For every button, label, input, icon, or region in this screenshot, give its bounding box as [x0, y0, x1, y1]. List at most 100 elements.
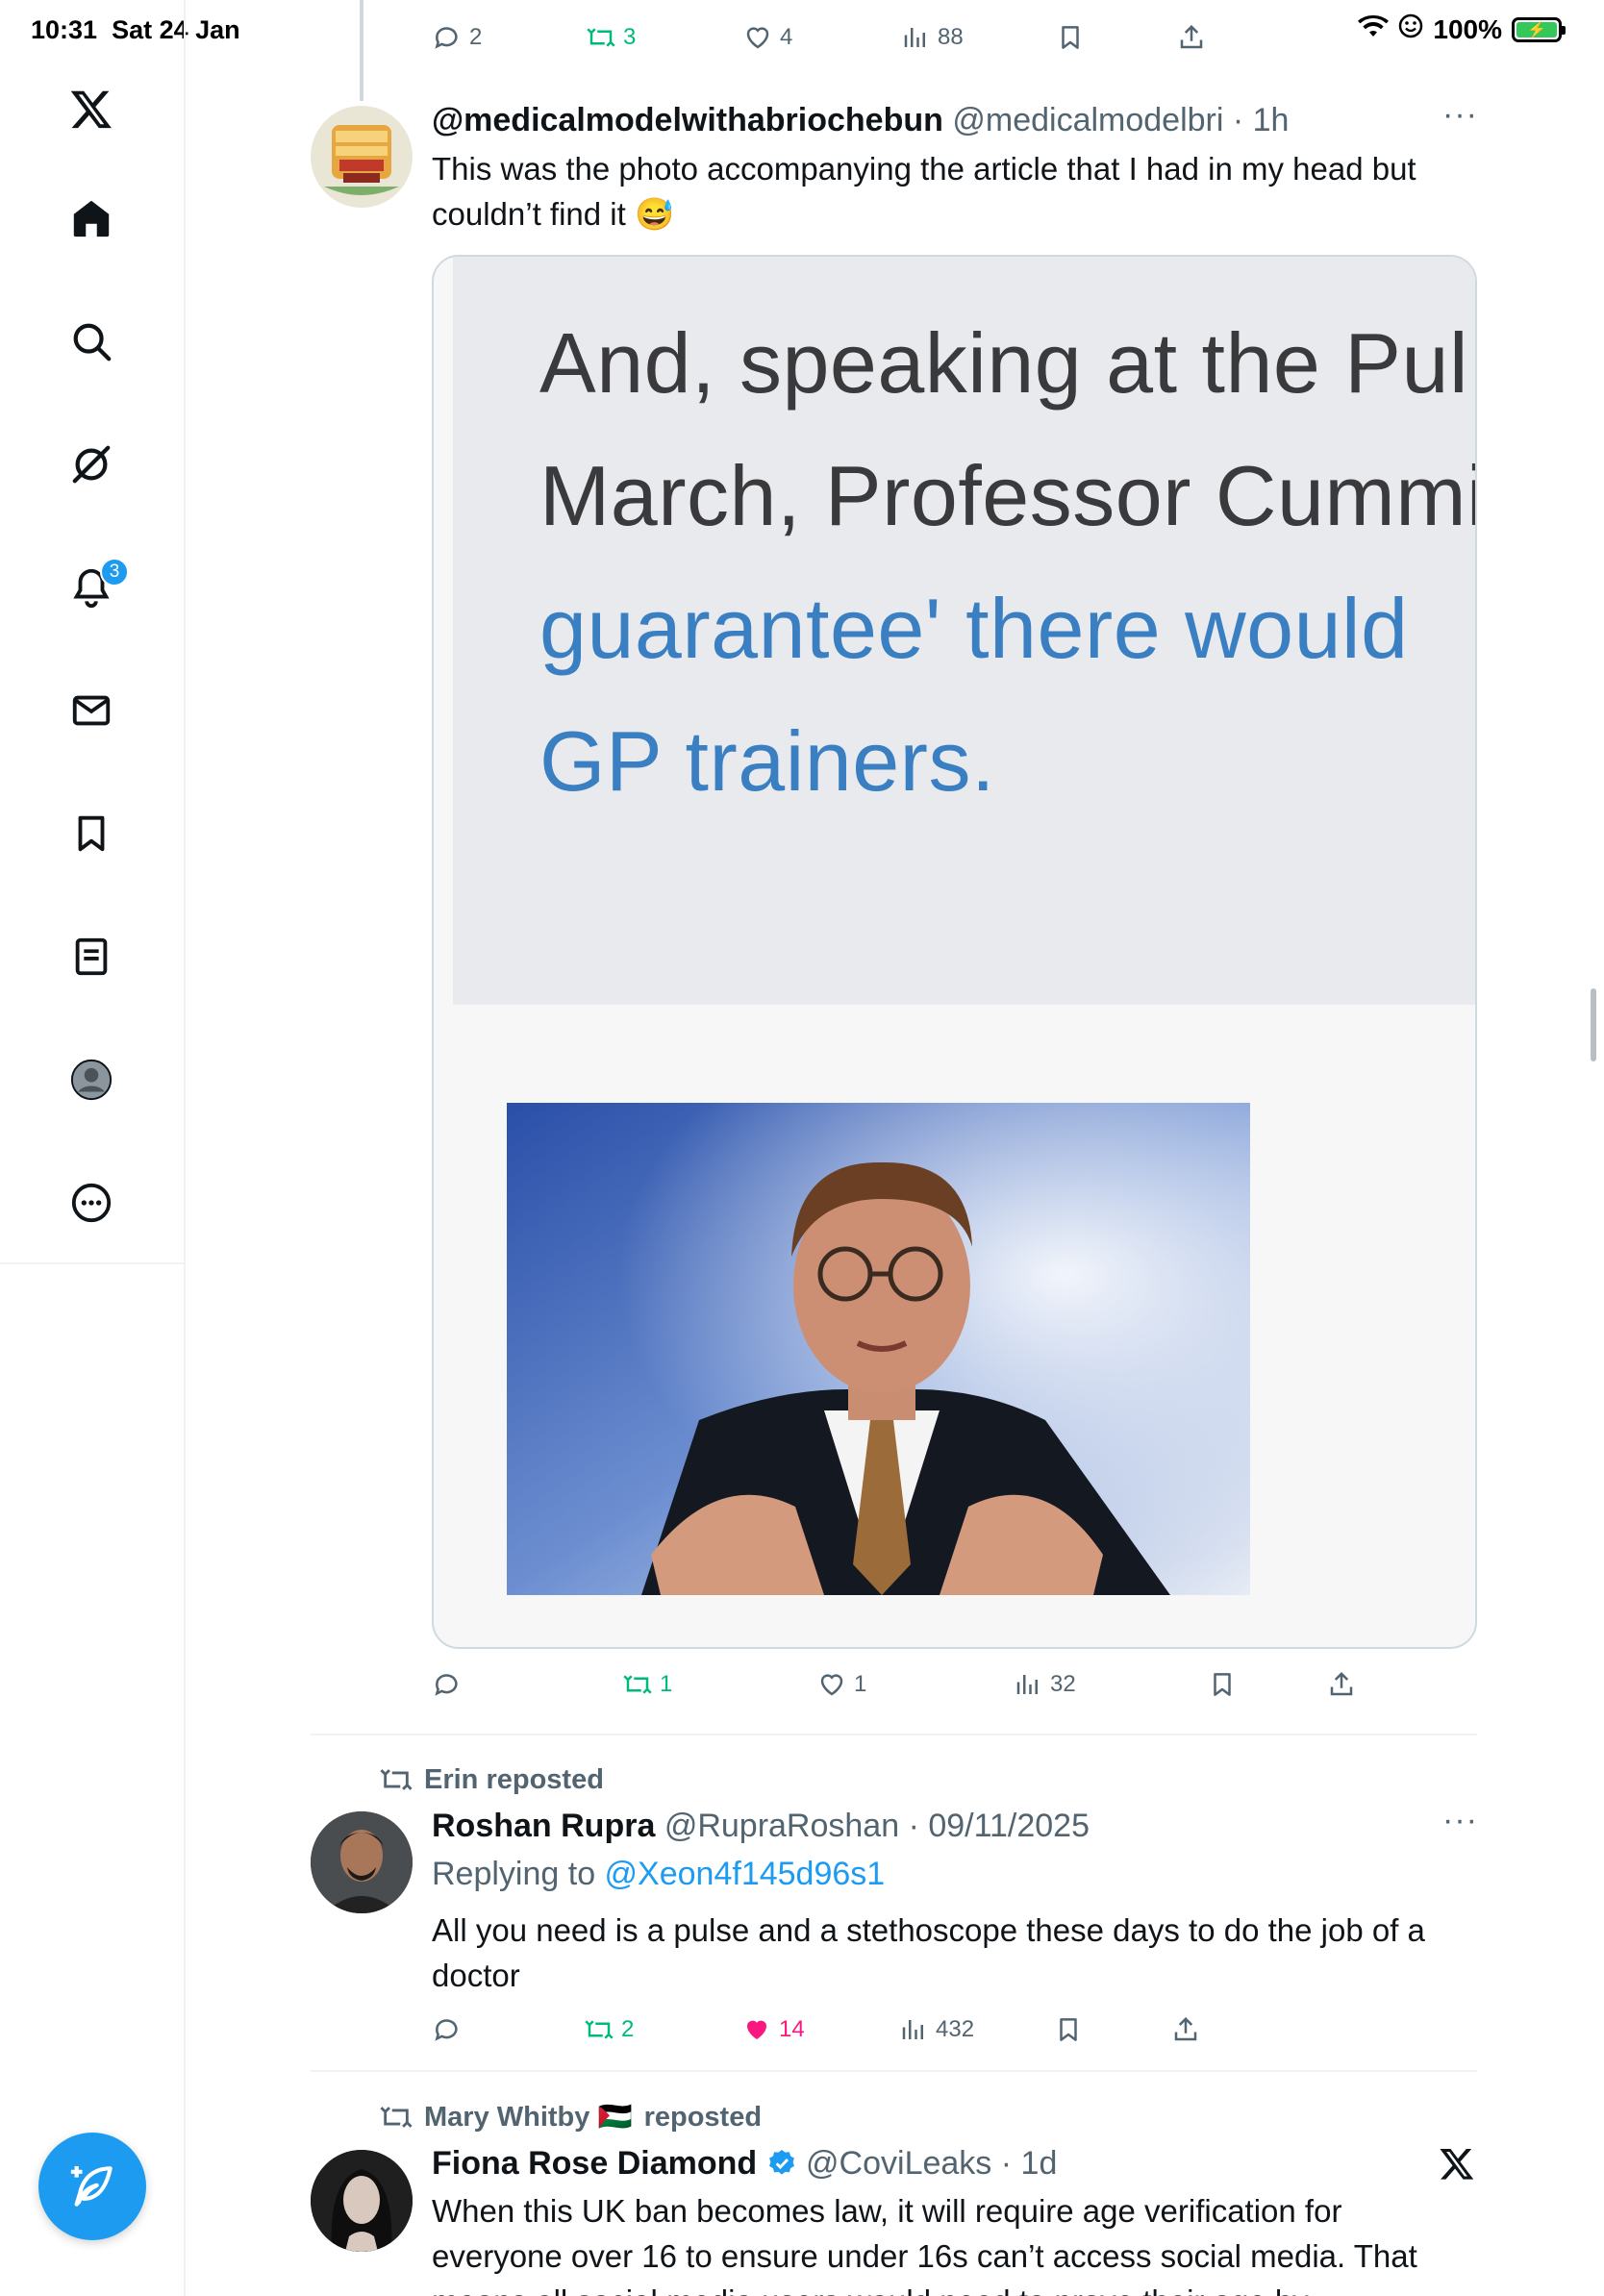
bookmark-icon — [1060, 2018, 1077, 2041]
avatar[interactable] — [311, 2150, 413, 2252]
user-photo-icon — [311, 1811, 413, 1913]
tweet-text: This was the photo accompanying the arti… — [432, 151, 1416, 232]
username[interactable]: @medicalmodelbri — [952, 102, 1223, 138]
bookmark-button[interactable] — [1056, 23, 1085, 52]
bookmark-icon — [1062, 26, 1079, 49]
reply-icon — [435, 1674, 458, 1696]
sidebar-nav: 3 — [0, 0, 186, 2296]
share-button[interactable] — [1177, 23, 1206, 52]
heart-icon — [820, 1674, 843, 1696]
compose-post-icon — [70, 2166, 113, 2207]
like-count: 14 — [779, 2016, 805, 2042]
article-line: guarantee' there would — [539, 581, 1409, 676]
scroll-indicator[interactable] — [1591, 988, 1596, 1061]
views-icon — [902, 2020, 923, 2039]
reposted-by-name[interactable]: Mary Whitby 🇵🇸 — [424, 2101, 633, 2134]
share-icon — [1330, 1671, 1353, 1696]
like-button[interactable]: 1 — [817, 1670, 866, 1699]
display-name[interactable]: Fiona Rose Diamond — [432, 2145, 757, 2182]
repost-count: 3 — [623, 24, 637, 50]
display-name[interactable]: Roshan Rupra — [432, 1808, 655, 1844]
more-options-icon[interactable]: ··· — [1442, 1802, 1478, 1839]
share-button[interactable] — [1171, 2015, 1200, 2044]
views-count: 32 — [1050, 1671, 1076, 1697]
like-button[interactable]: 14 — [742, 2015, 805, 2044]
share-icon — [1174, 2016, 1197, 2041]
tweet-header: Roshan Rupra @RupraRoshan · 09/11/2025 — [432, 1808, 1090, 1844]
display-name[interactable]: @medicalmodelwithabriochebun — [432, 102, 943, 138]
more-options-icon[interactable]: ··· — [1442, 96, 1478, 134]
replying-to-handle[interactable]: @Xeon4f145d96s1 — [605, 1856, 886, 1892]
tweet-separator — [311, 1734, 1477, 1735]
repost-button[interactable]: 3 — [587, 23, 636, 52]
username[interactable]: @RupraRoshan — [664, 1808, 899, 1844]
repost-icon — [380, 2107, 413, 2128]
search-icon[interactable] — [67, 317, 115, 365]
battery-icon: ⚡ — [1512, 16, 1566, 42]
focus-smiley-icon — [1398, 13, 1423, 45]
repost-button[interactable]: 2 — [585, 2015, 634, 2044]
x-source-icon[interactable] — [1439, 2145, 1475, 2186]
like-count: 4 — [780, 24, 793, 50]
heart-filled-icon — [747, 2020, 766, 2039]
tweet-header: @medicalmodelwithabriochebun @medicalmod… — [432, 102, 1290, 138]
bookmark-button[interactable] — [1054, 2015, 1083, 2044]
reply-button[interactable]: 2 — [433, 23, 482, 52]
more-icon[interactable] — [67, 1179, 115, 1227]
username[interactable]: @CoviLeaks — [806, 2145, 991, 2182]
like-count: 1 — [854, 1671, 867, 1697]
avatar[interactable] — [311, 1811, 413, 1913]
views-button[interactable]: 32 — [1014, 1670, 1076, 1699]
avatar[interactable] — [311, 106, 413, 208]
timestamp[interactable]: 1h — [1253, 102, 1290, 138]
lists-icon[interactable] — [67, 933, 115, 981]
home-icon[interactable] — [67, 194, 115, 242]
grok-icon[interactable] — [67, 440, 115, 488]
reply-icon — [435, 2019, 458, 2041]
reply-count: 2 — [469, 24, 483, 50]
article-line: And, speaking at the Pul — [539, 315, 1468, 411]
repost-context: Mary Whitby 🇵🇸 reposted — [380, 2101, 762, 2134]
notification-count-badge: 3 — [100, 558, 129, 586]
x-logo-icon[interactable] — [67, 85, 115, 133]
tweet-header: Fiona Rose Diamond @CoviLeaks · 1d — [432, 2145, 1058, 2182]
battery-percent: 100% — [1433, 13, 1502, 44]
repost-count: 1 — [660, 1671, 673, 1697]
repost-icon — [623, 1675, 652, 1694]
reply-button[interactable] — [433, 1670, 469, 1699]
views-count: 88 — [938, 24, 964, 50]
tweet-text: When this UK ban becomes law, it will re… — [432, 2193, 1417, 2296]
reposted-by[interactable]: Erin reposted — [424, 1764, 604, 1796]
bookmark-button[interactable] — [1208, 1670, 1237, 1699]
prev-tweet-action-bar: 2 3 4 88 — [433, 23, 1394, 56]
share-button[interactable] — [1327, 1670, 1356, 1699]
repost-icon — [587, 28, 615, 47]
profile-icon[interactable] — [67, 1056, 115, 1104]
reply-icon — [435, 27, 458, 49]
views-count: 432 — [936, 2016, 975, 2042]
medical-council-logo-icon — [311, 106, 413, 208]
timestamp[interactable]: 1d — [1021, 2145, 1058, 2182]
tweet-action-bar: 1 1 32 — [433, 1670, 1394, 1703]
tweet-action-bar: 2 14 432 — [433, 2015, 1394, 2048]
reply-button[interactable] — [433, 2015, 469, 2044]
thread-connector-line — [360, 0, 363, 101]
compose-post-button[interactable] — [38, 2133, 146, 2240]
views-icon — [1016, 1675, 1038, 1694]
repost-icon — [380, 1769, 413, 1790]
bookmarks-icon[interactable] — [67, 810, 115, 858]
like-button[interactable]: 4 — [743, 23, 792, 52]
speaker-photo — [507, 1103, 1250, 1595]
repost-button[interactable]: 1 — [623, 1670, 672, 1699]
replying-to-label: Replying to — [432, 1856, 605, 1892]
tweet-text: All you need is a pulse and a stethoscop… — [432, 1912, 1425, 1993]
messages-icon[interactable] — [67, 686, 115, 735]
views-button[interactable]: 432 — [899, 2015, 974, 2044]
views-button[interactable]: 88 — [901, 23, 964, 52]
replying-to: Replying to @Xeon4f145d96s1 — [432, 1856, 885, 1893]
timestamp[interactable]: 09/11/2025 — [928, 1808, 1090, 1844]
reposted-suffix: reposted — [643, 2101, 763, 2133]
repost-context: Erin reposted — [380, 1763, 604, 1796]
bookmark-icon — [1214, 1673, 1231, 1696]
tweet-media-image[interactable]: And, speaking at the Pul March, Professo… — [432, 255, 1477, 1649]
